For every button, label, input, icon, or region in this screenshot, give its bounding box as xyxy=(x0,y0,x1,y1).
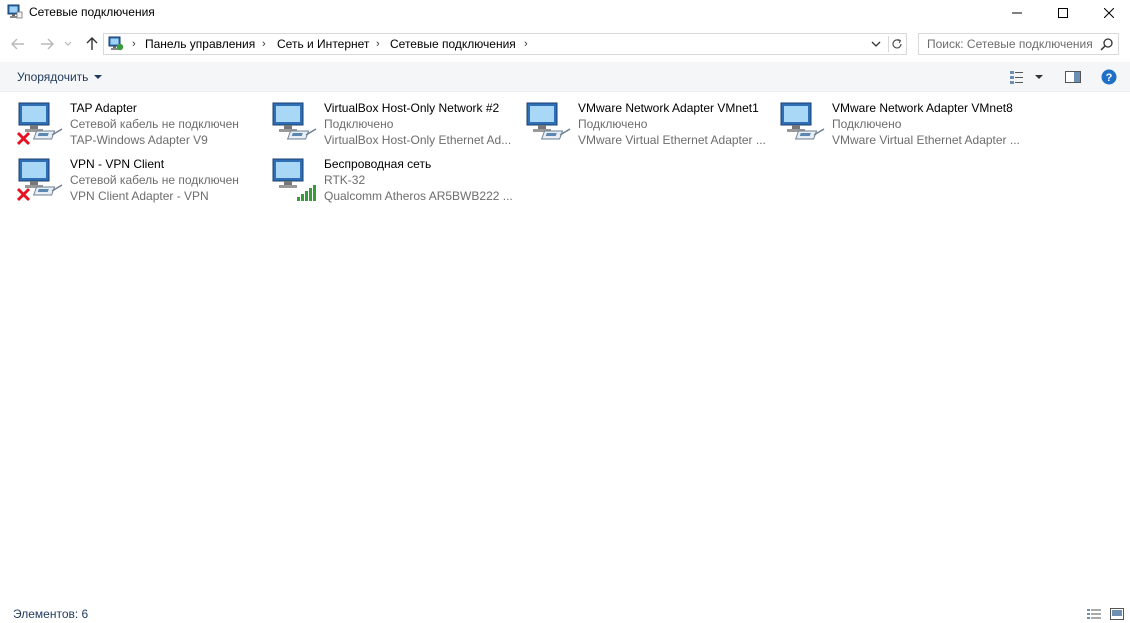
arrow-left-icon xyxy=(11,38,24,50)
connection-device: TAP-Windows Adapter V9 xyxy=(70,133,208,147)
connection-item[interactable]: VMware Network Adapter VMnet8 Подключено… xyxy=(778,96,1028,150)
connection-item[interactable]: VirtualBox Host-Only Network #2 Подключе… xyxy=(270,96,520,150)
organize-button[interactable]: Упорядочить xyxy=(17,70,103,84)
connection-status: RTK-32 xyxy=(324,173,366,187)
caret-down-icon xyxy=(94,75,103,79)
search-icon xyxy=(1100,38,1113,51)
connection-status: Сетевой кабель не подключен xyxy=(70,117,239,131)
minimize-icon xyxy=(1012,12,1022,14)
connection-device: Qualcomm Atheros AR5BWB222 ... xyxy=(324,189,513,203)
connection-device: VPN Client Adapter - VPN xyxy=(70,189,209,203)
connection-name: VMware Network Adapter VMnet1 xyxy=(578,101,759,115)
window-title: Сетевые подключения xyxy=(29,5,155,19)
arrow-up-icon xyxy=(86,37,98,50)
chevron-down-icon xyxy=(64,41,72,46)
search-box[interactable] xyxy=(918,33,1119,55)
connection-status: Подключено xyxy=(832,117,902,131)
help-button[interactable]: ? xyxy=(1101,69,1117,85)
chevron-down-icon xyxy=(871,41,881,47)
connection-name: VMware Network Adapter VMnet8 xyxy=(832,101,1013,115)
network-adapter-connected-icon xyxy=(526,102,571,140)
preview-pane-button[interactable] xyxy=(1065,69,1081,85)
connection-name: VPN - VPN Client xyxy=(70,157,165,171)
breadcrumb-separator-icon: › xyxy=(132,38,136,50)
breadcrumb-separator-icon[interactable]: › xyxy=(376,38,380,50)
breadcrumb-control-panel[interactable]: Панель управления xyxy=(145,37,255,51)
breadcrumb-separator-icon[interactable]: › xyxy=(262,38,266,50)
large-icons-view-button[interactable] xyxy=(1110,608,1124,620)
explorer-window: Сетевые подключения › Панель управления xyxy=(0,0,1130,623)
network-adapter-disconnected-icon xyxy=(16,102,63,146)
breadcrumb-network-internet[interactable]: Сеть и Интернет xyxy=(277,37,369,51)
close-button[interactable] xyxy=(1086,0,1130,26)
connection-status: Подключено xyxy=(578,117,648,131)
maximize-icon xyxy=(1058,8,1068,18)
connection-device: VMware Virtual Ethernet Adapter ... xyxy=(832,133,1020,147)
large-icons-view-icon xyxy=(1110,608,1124,620)
network-connections-app-icon xyxy=(7,4,23,19)
network-adapter-connected-icon xyxy=(780,102,825,140)
connection-item[interactable]: Беспроводная сеть RTK-32 Qualcomm Athero… xyxy=(270,152,520,206)
status-bar: Элементов: 6 xyxy=(0,604,1130,623)
title-bar: Сетевые подключения xyxy=(0,0,1130,26)
details-view-icon xyxy=(1010,71,1023,84)
connection-item[interactable]: TAP Adapter Сетевой кабель не подключен … xyxy=(16,96,266,150)
change-view-button[interactable] xyxy=(1009,69,1025,85)
organize-label: Упорядочить xyxy=(17,70,89,84)
connection-status: Подключено xyxy=(324,117,394,131)
refresh-icon xyxy=(892,38,902,49)
network-adapter-disconnected-icon xyxy=(16,158,63,202)
forward-button[interactable] xyxy=(38,35,56,53)
help-icon: ? xyxy=(1101,69,1117,85)
connection-name: VirtualBox Host-Only Network #2 xyxy=(324,101,500,115)
close-icon xyxy=(1104,8,1114,18)
details-view-button[interactable] xyxy=(1087,608,1101,620)
view-options-button[interactable] xyxy=(1033,69,1045,85)
arrow-right-icon xyxy=(41,38,54,50)
control-panel-icon xyxy=(108,36,124,51)
connection-name: TAP Adapter xyxy=(70,101,137,115)
minimize-button[interactable] xyxy=(994,0,1040,26)
preview-pane-icon xyxy=(1065,71,1081,83)
recent-locations-button[interactable] xyxy=(62,35,74,53)
up-button[interactable] xyxy=(83,35,101,53)
signal-bars-icon xyxy=(297,185,316,201)
connection-item[interactable]: VMware Network Adapter VMnet1 Подключено… xyxy=(524,96,774,150)
wireless-adapter-icon xyxy=(272,158,316,201)
connection-status: Сетевой кабель не подключен xyxy=(70,173,239,187)
connections-list: TAP Adapter Сетевой кабель не подключен … xyxy=(0,96,1130,596)
connection-name: Беспроводная сеть xyxy=(324,157,432,171)
connection-device: VirtualBox Host-Only Ethernet Ad... xyxy=(324,133,512,147)
connection-device: VMware Virtual Ethernet Adapter ... xyxy=(578,133,766,147)
details-view-icon xyxy=(1087,609,1101,619)
connection-item[interactable]: VPN - VPN Client Сетевой кабель не подкл… xyxy=(16,152,266,206)
command-bar: Упорядочить ? xyxy=(0,62,1130,92)
refresh-button[interactable] xyxy=(888,36,904,52)
address-history-button[interactable] xyxy=(868,36,884,52)
error-x-icon xyxy=(16,187,31,202)
caret-down-icon xyxy=(1035,75,1043,79)
back-button[interactable] xyxy=(9,35,27,53)
error-x-icon xyxy=(16,131,31,146)
maximize-button[interactable] xyxy=(1040,0,1086,26)
network-adapter-connected-icon xyxy=(272,102,317,140)
breadcrumb-separator-icon[interactable]: › xyxy=(524,38,528,50)
address-bar[interactable]: › Панель управления › Сеть и Интернет › … xyxy=(103,33,907,55)
svg-text:?: ? xyxy=(1106,72,1113,84)
search-input[interactable] xyxy=(927,36,1097,52)
breadcrumb-network-connections[interactable]: Сетевые подключения xyxy=(390,37,516,51)
item-count: Элементов: 6 xyxy=(13,607,89,621)
